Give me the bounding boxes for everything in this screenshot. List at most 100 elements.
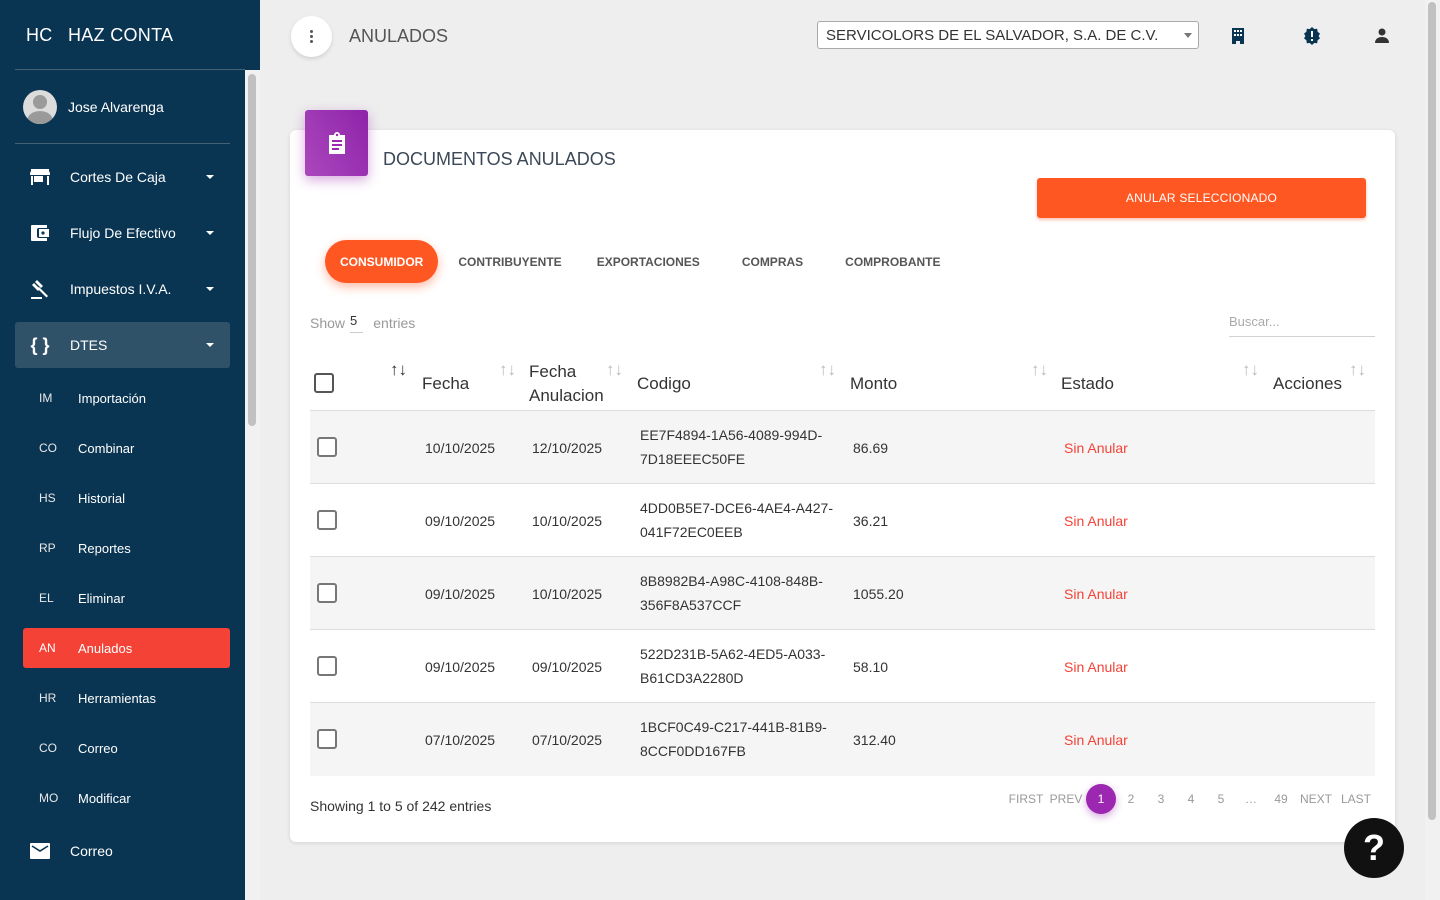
page-49[interactable]: 49 — [1266, 784, 1296, 814]
table-row[interactable]: 10/10/2025 12/10/2025 EE7F4894-1A56-4089… — [310, 411, 1375, 484]
tab-compras[interactable]: COMPRAS — [721, 240, 824, 283]
row-checkbox[interactable] — [317, 656, 337, 676]
sort-icon[interactable]: ↑↓ — [819, 360, 836, 380]
page-length-select[interactable]: 5 — [350, 313, 364, 333]
menu-button[interactable] — [291, 16, 332, 57]
column-header-codigo[interactable]: Codigo — [637, 372, 691, 396]
sidebar-item-impuestos-iva[interactable]: Impuestos I.V.A. — [15, 266, 230, 312]
row-checkbox[interactable] — [317, 437, 337, 457]
table-row[interactable]: 07/10/2025 07/10/2025 1BCF0C49-C217-441B… — [310, 703, 1375, 776]
sidebar-item-abbr: HR — [39, 691, 57, 705]
page-scrollbar[interactable] — [1425, 0, 1440, 900]
sidebar-item-flujo-de-efectivo[interactable]: Flujo De Efectivo — [15, 210, 230, 256]
page-last[interactable]: LAST — [1336, 784, 1376, 814]
alert-badge-icon[interactable] — [1300, 24, 1324, 48]
sidebar-item-eliminar[interactable]: EL Eliminar — [23, 578, 230, 618]
row-checkbox[interactable] — [317, 583, 337, 603]
anular-seleccionado-button[interactable]: ANULAR SELECCIONADO — [1037, 178, 1366, 218]
gavel-icon — [29, 278, 51, 300]
scrollbar-thumb[interactable] — [248, 74, 256, 426]
sidebar-item-correo[interactable]: Correo — [15, 828, 230, 874]
cell-estado: Sin Anular — [1064, 732, 1128, 748]
row-checkbox[interactable] — [317, 510, 337, 530]
sidebar-scrollbar[interactable] — [245, 70, 260, 900]
sidebar-item-importacion[interactable]: IM Importación — [23, 378, 230, 418]
sort-icon[interactable]: ↑↓ — [606, 360, 623, 380]
cell-monto: 1055.20 — [853, 586, 904, 602]
page-1[interactable]: 1 — [1086, 784, 1116, 814]
cell-monto: 312.40 — [853, 732, 896, 748]
column-header-monto[interactable]: Monto — [850, 372, 897, 396]
cell-fecha: 10/10/2025 — [425, 440, 496, 456]
tab-contribuyente[interactable]: CONTRIBUYENTE — [438, 240, 581, 283]
sidebar-item-abbr: AN — [39, 641, 56, 655]
anulados-table: ↑↓ Fecha ↑↓ Fecha Anulacion ↑↓ Codigo ↑↓ … — [310, 352, 1375, 776]
user-profile[interactable]: Jose Alvarenga — [0, 70, 260, 144]
column-header-acciones[interactable]: Acciones — [1273, 372, 1342, 396]
search-input[interactable]: Buscar... — [1229, 312, 1375, 337]
sort-icon[interactable]: ↑↓ — [1031, 360, 1048, 380]
page-2[interactable]: 2 — [1116, 784, 1146, 814]
select-all-checkbox[interactable] — [314, 373, 334, 393]
sort-icon[interactable]: ↑↓ — [1242, 360, 1259, 380]
sidebar-item-dtes[interactable]: { } DTES — [15, 322, 230, 368]
assignment-icon — [305, 110, 368, 176]
column-header-fecha-anulacion[interactable]: Fecha Anulacion — [529, 360, 604, 408]
sidebar-item-abbr: HS — [39, 491, 56, 505]
sidebar-item-reportes[interactable]: RP Reportes — [23, 528, 230, 568]
tab-exportaciones[interactable]: EXPORTACIONES — [582, 240, 721, 283]
scrollbar-thumb[interactable] — [1428, 2, 1436, 820]
cell-fecha-anulacion: 07/10/2025 — [532, 732, 603, 748]
entries-label: entries — [373, 315, 416, 331]
sidebar-item-cortes-de-caja[interactable]: Cortes De Caja — [15, 154, 230, 200]
page-5[interactable]: 5 — [1206, 784, 1236, 814]
page-3[interactable]: 3 — [1146, 784, 1176, 814]
sidebar-item-modificar[interactable]: MO Modificar — [23, 778, 230, 818]
cell-codigo: 522D231B-5A62-4ED5-A033- B61CD3A2280D — [640, 642, 825, 690]
cell-monto: 86.69 — [853, 440, 889, 456]
help-button[interactable]: ? — [1344, 818, 1404, 878]
table-row[interactable]: 09/10/2025 09/10/2025 522D231B-5A62-4ED5… — [310, 630, 1375, 703]
sort-asc-icon[interactable]: ↑↓ — [390, 360, 407, 380]
user-icon[interactable] — [1370, 24, 1394, 48]
table-header: ↑↓ Fecha ↑↓ Fecha Anulacion ↑↓ Codigo ↑↓ … — [310, 352, 1375, 411]
chevron-down-icon — [206, 287, 214, 291]
column-header-estado[interactable]: Estado — [1061, 372, 1114, 396]
cell-estado: Sin Anular — [1064, 440, 1128, 456]
tab-consumidor[interactable]: CONSUMIDOR — [325, 240, 439, 283]
page-length-control: Show 5 entries — [310, 313, 415, 333]
page-title: ANULADOS — [349, 26, 449, 46]
cell-monto: 58.10 — [853, 659, 889, 675]
codigo-line: 1BCF0C49-C217-441B-81B9- — [640, 719, 827, 735]
sidebar-item-historial[interactable]: HS Historial — [23, 478, 230, 518]
sidebar-item-label: Importación — [78, 390, 146, 406]
company-select[interactable]: SERVICOLORS DE EL SALVADOR, S.A. DE C.V. — [817, 21, 1199, 49]
column-header-fecha[interactable]: Fecha — [422, 372, 469, 396]
sidebar-nav: Cortes De Caja Flujo De Efectivo Impuest… — [0, 144, 260, 874]
sidebar-item-anulados[interactable]: AN Anulados — [23, 628, 230, 668]
sidebar-item-correo-dte[interactable]: CO Correo — [23, 728, 230, 768]
tab-comprobante[interactable]: COMPROBANTE — [824, 240, 961, 283]
chevron-down-icon — [206, 175, 214, 179]
codigo-line: 041F72EC0EEB — [640, 524, 743, 540]
sort-icon[interactable]: ↑↓ — [499, 360, 516, 380]
table-row[interactable]: 09/10/2025 10/10/2025 8B8982B4-A98C-4108… — [310, 557, 1375, 630]
more-vert-icon — [310, 30, 313, 43]
table-info: Showing 1 to 5 of 242 entries — [310, 798, 492, 814]
sort-icon[interactable]: ↑↓ — [1349, 360, 1366, 380]
dropdown-arrow-icon — [1184, 33, 1192, 38]
cell-codigo: EE7F4894-1A56-4089-994D- 7D18EEEC50FE — [640, 423, 822, 471]
anulados-card: DOCUMENTOS ANULADOS ANULAR SELECCIONADO … — [290, 110, 1395, 842]
building-icon[interactable] — [1226, 24, 1250, 48]
sidebar-item-herramientas[interactable]: HR Herramientas — [23, 678, 230, 718]
page-next[interactable]: NEXT — [1296, 784, 1336, 814]
sidebar-item-combinar[interactable]: CO Combinar — [23, 428, 230, 468]
codigo-line: 8B8982B4-A98C-4108-848B- — [640, 573, 823, 589]
page-4[interactable]: 4 — [1176, 784, 1206, 814]
column-header-text: Anulacion — [529, 386, 604, 405]
page-prev[interactable]: PREV — [1046, 784, 1086, 814]
row-checkbox[interactable] — [317, 729, 337, 749]
table-row[interactable]: 09/10/2025 10/10/2025 4DD0B5E7-DCE6-4AE4… — [310, 484, 1375, 557]
page-first[interactable]: FIRST — [1006, 784, 1046, 814]
brand[interactable]: HC HAZ CONTA — [0, 0, 260, 70]
